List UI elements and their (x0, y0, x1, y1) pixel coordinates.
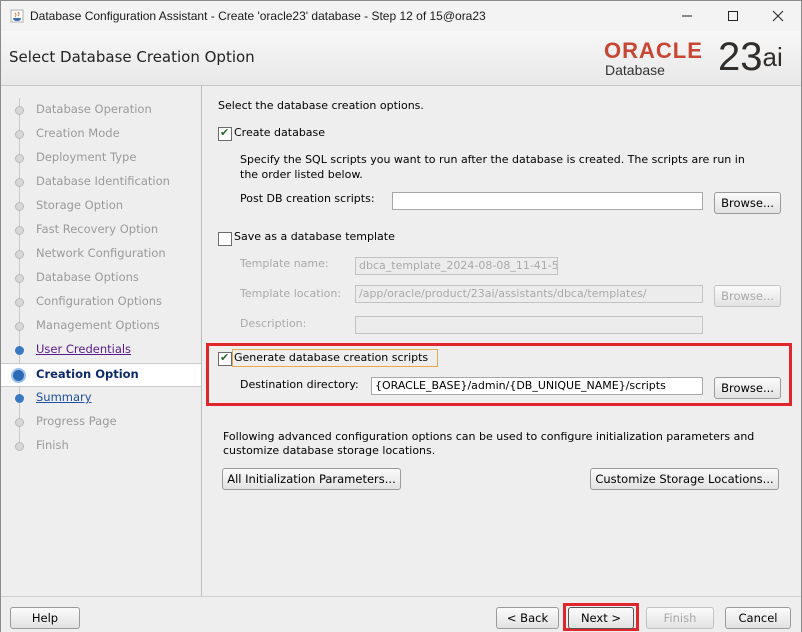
next-button[interactable]: Next > (568, 607, 634, 629)
template-name-label: Template name: (240, 257, 329, 270)
step-label: Progress Page (36, 414, 117, 428)
post-scripts-input[interactable] (392, 192, 703, 210)
logo-brand: ORACLE (604, 38, 703, 63)
step-label: Database Identification (36, 174, 170, 188)
step-indicator-icon (11, 368, 26, 383)
all-initialization-parameters-button[interactable]: All Initialization Parameters... (222, 468, 401, 490)
customize-storage-locations-button[interactable]: Customize Storage Locations... (590, 468, 779, 490)
create-database-checkbox[interactable]: ✔ (218, 126, 232, 141)
window-title: Database Configuration Assistant - Creat… (30, 9, 486, 23)
step-indicator-icon (15, 394, 24, 403)
step-label: Creation Mode (36, 126, 120, 140)
title-bar: Database Configuration Assistant - Creat… (1, 1, 801, 31)
step-indicator-icon (15, 274, 24, 283)
dbca-window: Database Configuration Assistant - Creat… (0, 0, 802, 632)
page-title: Select Database Creation Option (9, 48, 255, 66)
step-finish: Finish (1, 435, 201, 457)
back-button[interactable]: < Back (496, 607, 559, 629)
step-label: Finish (36, 438, 69, 452)
save-template-checkbox[interactable] (218, 232, 232, 246)
step-label: Management Options (36, 318, 160, 332)
checkmark-icon: ✔ (220, 126, 230, 139)
step-label: Database Operation (36, 102, 152, 116)
step-label: Database Options (36, 270, 139, 284)
logo-version-suffix: ai (762, 42, 783, 72)
step-label: Network Configuration (36, 246, 166, 260)
post-scripts-label: Post DB creation scripts: (240, 192, 375, 205)
template-browse-button[interactable]: Browse... (714, 285, 781, 307)
step-deployment-type: Deployment Type (1, 147, 201, 169)
finish-button[interactable]: Finish (646, 607, 714, 629)
step-indicator-icon (15, 298, 24, 307)
step-indicator-icon (15, 346, 24, 355)
intro-text: Select the database creation options. (218, 99, 424, 112)
template-location-label: Template location: (240, 287, 342, 300)
step-management-options: Management Options (1, 315, 201, 337)
step-label: Summary (36, 390, 92, 404)
step-indicator-icon (15, 130, 24, 139)
template-description-input[interactable] (355, 316, 703, 334)
step-indicator-icon (15, 250, 24, 259)
template-description-label: Description: (240, 317, 307, 330)
step-progress-page: Progress Page (1, 411, 201, 433)
create-database-label: Create database (234, 126, 326, 139)
step-label: Creation Option (36, 367, 139, 381)
step-database-identification: Database Identification (1, 171, 201, 193)
step-label: Storage Option (36, 198, 124, 212)
template-location-input[interactable]: /app/oracle/product/23ai/assistants/dbca… (355, 285, 703, 303)
checkmark-icon: ✔ (220, 351, 230, 364)
content-panel: Select the database creation options. ✔ … (202, 86, 801, 596)
steps-sidebar: Database Operation Creation Mode Deploymen… (1, 86, 202, 596)
logo-product: Database (605, 62, 665, 78)
post-scripts-browse-button[interactable]: Browse... (714, 192, 781, 214)
destination-browse-button[interactable]: Browse... (714, 377, 781, 399)
help-button[interactable]: Help (10, 607, 80, 629)
generate-scripts-checkbox[interactable]: ✔ (218, 351, 232, 366)
step-summary[interactable]: Summary (1, 387, 201, 409)
save-template-label: Save as a database template (234, 230, 395, 243)
step-network-configuration: Network Configuration (1, 243, 201, 265)
maximize-button[interactable] (710, 1, 756, 31)
destination-directory-input[interactable]: {ORACLE_BASE}/admin/{DB_UNIQUE_NAME}/scr… (371, 377, 703, 395)
page-header: Select Database Creation Option ORACLE D… (1, 31, 801, 86)
java-app-icon (10, 9, 24, 23)
step-label: User Credentials (36, 342, 132, 356)
step-indicator-icon (15, 418, 24, 427)
step-fast-recovery-option: Fast Recovery Option (1, 219, 201, 241)
step-creation-option[interactable]: Creation Option (1, 363, 201, 387)
step-indicator-icon (15, 226, 24, 235)
step-label: Configuration Options (36, 294, 163, 308)
step-label: Deployment Type (36, 150, 137, 164)
maximize-icon (728, 11, 738, 21)
step-indicator-icon (15, 106, 24, 115)
step-indicator-icon (15, 178, 24, 187)
create-database-desc-2: the order listed below. (240, 168, 363, 181)
step-indicator-icon (15, 154, 24, 163)
generate-scripts-label: Generate database creation scripts (234, 351, 429, 364)
cancel-button[interactable]: Cancel (725, 607, 791, 629)
step-configuration-options: Configuration Options (1, 291, 201, 313)
destination-directory-label: Destination directory: (240, 378, 359, 391)
advanced-desc-1: Following advanced configuration options… (223, 430, 755, 443)
step-indicator-icon (15, 322, 24, 331)
advanced-desc-2: customize database storage locations. (223, 444, 436, 457)
step-storage-option: Storage Option (1, 195, 201, 217)
minimize-button[interactable] (664, 1, 710, 31)
close-icon (772, 10, 784, 22)
logo-version: 23ai (718, 35, 783, 79)
step-indicator-icon (15, 202, 24, 211)
create-database-desc-1: Specify the SQL scripts you want to run … (240, 153, 745, 166)
step-indicator-icon (15, 442, 24, 451)
close-button[interactable] (755, 1, 801, 31)
logo-version-number: 23 (718, 35, 763, 79)
step-creation-mode: Creation Mode (1, 123, 201, 145)
step-database-operation: Database Operation (1, 99, 201, 121)
step-label: Fast Recovery Option (36, 222, 159, 236)
step-database-options: Database Options (1, 267, 201, 289)
minimize-icon (682, 15, 692, 17)
button-bar: Help < Back Next > Finish Cancel (1, 596, 801, 632)
template-name-input[interactable]: dbca_template_2024-08-08_11-41-5 (355, 257, 558, 275)
step-user-credentials[interactable]: User Credentials (1, 339, 201, 361)
